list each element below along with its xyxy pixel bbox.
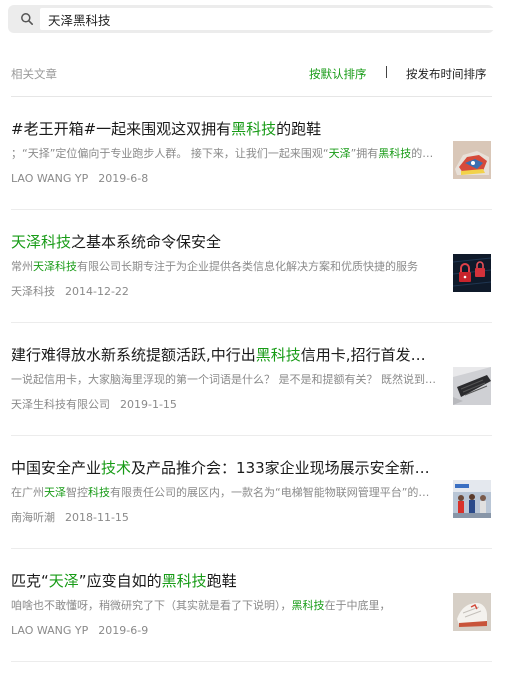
text-segment: 匹克“ [11,572,49,590]
article-source: LAO WANG YP [11,172,89,185]
security-lock-image [453,254,491,292]
article-thumbnail[interactable] [453,367,491,405]
article-meta: 天泽科技 2014-12-22 [11,284,129,300]
article-item[interactable]: 匹克“天泽”应变自如的黑科技跑鞋 咱啥也不敢懂呀，稍微研究了下（其实就是看了下说… [0,549,506,662]
highlighted-keyword: 技术 [101,459,132,477]
search-icon [21,13,33,25]
article-title[interactable]: 中国安全产业技术及产品推介会：133家企业现场展示安全新产品 [11,458,436,478]
search-results-page: 相关文章 按默认排序 按发布时间排序 #老王开箱#一起来围观这双拥有黑科技的跑鞋… [0,0,506,679]
text-segment: 智控 [66,486,88,499]
article-thumbnail[interactable] [453,593,491,631]
expo-people-image [453,480,491,518]
article-item[interactable]: #老王开箱#一起来围观这双拥有黑科技的跑鞋 ；“天择”定位偏向于专业跑步人群。 … [0,97,506,210]
highlighted-keyword: 天泽 [328,147,351,160]
shoe-colorful-image [453,141,491,179]
article-snippet: 一说起信用卡，大家脑海里浮现的第一个词语是什么？ 是不是和提额有关？ 既然说到提… [11,372,439,388]
article-source: 天泽生科技有限公司 [11,398,110,411]
sort-bar: 相关文章 按默认排序 按发布时间排序 [0,62,506,84]
text-segment: 中国安全产业 [11,459,102,477]
article-date: 2019-1-15 [120,398,177,411]
sort-default-button[interactable]: 按默认排序 [309,66,367,82]
article-item[interactable]: 建行难得放水新系统提额活跃,中行出黑科技信用卡,招行首发新卡 一说起信用卡，大家… [0,323,506,436]
text-segment: 在于中底里， [324,599,391,612]
text-segment: 及产品推介会：133家企业现场展示安全新产品 [131,459,436,477]
article-thumbnail[interactable] [453,480,491,518]
article-source: LAO WANG YP [11,624,89,637]
highlighted-keyword: 黑科技 [231,120,277,138]
article-date: 2014-12-22 [65,285,129,298]
article-item[interactable]: 天泽科技之基本系统命令保安全 常州天泽科技有限公司长期专注于为企业提供各类信息化… [0,210,506,323]
article-snippet: 常州天泽科技有限公司长期专注于为企业提供各类信息化解决方案和优质快捷的服务 [11,259,439,275]
article-item[interactable]: 中国安全产业技术及产品推介会：133家企业现场展示安全新产品 在广州天泽智控科技… [0,436,506,549]
highlighted-keyword: 天泽科技 [33,260,77,273]
highlighted-keyword: 黑科技 [161,572,207,590]
text-segment: ”应变自如的 [78,572,162,590]
highlighted-keyword: 黑科技 [291,599,325,612]
text-segment: 一说起信用卡，大家脑海里浮现的第一个词语是什么？ 是不是和提额有关？ 既然说到提… [11,373,439,386]
text-segment: 之基本系统命令保安全 [71,233,222,251]
text-segment: 有限公司长期专注于为企业提供各类信息化解决方案和优质快捷的服务 [77,260,418,273]
text-segment: #老王开箱#一起来围观这双拥有 [11,120,232,138]
shoe-white-image [453,593,491,631]
text-segment: ”拥有 [350,147,379,160]
article-meta: LAO WANG YP 2019-6-9 [11,623,148,639]
article-source: 南海听潮 [11,511,55,524]
highlighted-keyword: 黑科技 [378,147,412,160]
text-segment: 的跑鞋 [411,147,439,160]
highlighted-keyword: 科技 [88,486,110,499]
article-snippet: 咱啥也不敢懂呀，稍微研究了下（其实就是看了下说明），黑科技在于中底里， [11,598,439,614]
text-segment: 常州 [11,260,33,273]
article-title[interactable]: 天泽科技之基本系统命令保安全 [11,232,436,252]
article-meta: 南海听潮 2018-11-15 [11,510,129,526]
article-date: 2018-11-15 [65,511,129,524]
divider [11,661,492,662]
highlighted-keyword: 天泽 [44,486,66,499]
text-segment: 跑鞋 [206,572,237,590]
text-segment: 咱啥也不敢懂呀，稍微研究了下（其实就是看了下说明）， [11,599,292,612]
search-input[interactable] [40,8,498,30]
laptop-image [453,367,491,405]
article-title[interactable]: 建行难得放水新系统提额活跃,中行出黑科技信用卡,招行首发新卡 [11,345,436,365]
text-segment: 建行难得放水新系统提额活跃,中行出 [11,346,256,364]
text-segment: 在广州 [11,486,44,499]
article-thumbnail[interactable] [453,141,491,179]
text-segment: 有限责任公司的展区内，一款名为“电梯智能物联网管理平台”的产品 [110,486,439,499]
article-source: 天泽科技 [11,285,55,298]
search-bar [8,5,498,33]
article-date: 2019-6-8 [98,172,149,185]
article-snippet: ；“天择”定位偏向于专业跑步人群。 接下来，让我们一起来围观“天泽”拥有黑科技的… [11,146,439,162]
text-segment: 信用卡,招行首发新卡 [300,346,436,364]
text-segment: 的跑鞋 [276,120,322,138]
article-meta: 天泽生科技有限公司 2019-1-15 [11,397,177,413]
text-segment: ；“天择”定位偏向于专业跑步人群。 接下来，让我们一起来围观“ [11,147,329,160]
section-title: 相关文章 [11,67,57,81]
article-snippet: 在广州天泽智控科技有限责任公司的展区内，一款名为“电梯智能物联网管理平台”的产品 [11,485,439,501]
article-date: 2019-6-9 [98,624,149,637]
article-thumbnail[interactable] [453,254,491,292]
article-title[interactable]: #老王开箱#一起来围观这双拥有黑科技的跑鞋 [11,119,436,139]
highlighted-keyword: 天泽科技 [11,233,72,251]
highlighted-keyword: 黑科技 [255,346,301,364]
article-title[interactable]: 匹克“天泽”应变自如的黑科技跑鞋 [11,571,436,591]
highlighted-keyword: 天泽 [48,572,79,590]
sort-divider [386,66,387,78]
sort-by-time-button[interactable]: 按发布时间排序 [406,66,487,82]
article-meta: LAO WANG YP 2019-6-8 [11,171,148,187]
